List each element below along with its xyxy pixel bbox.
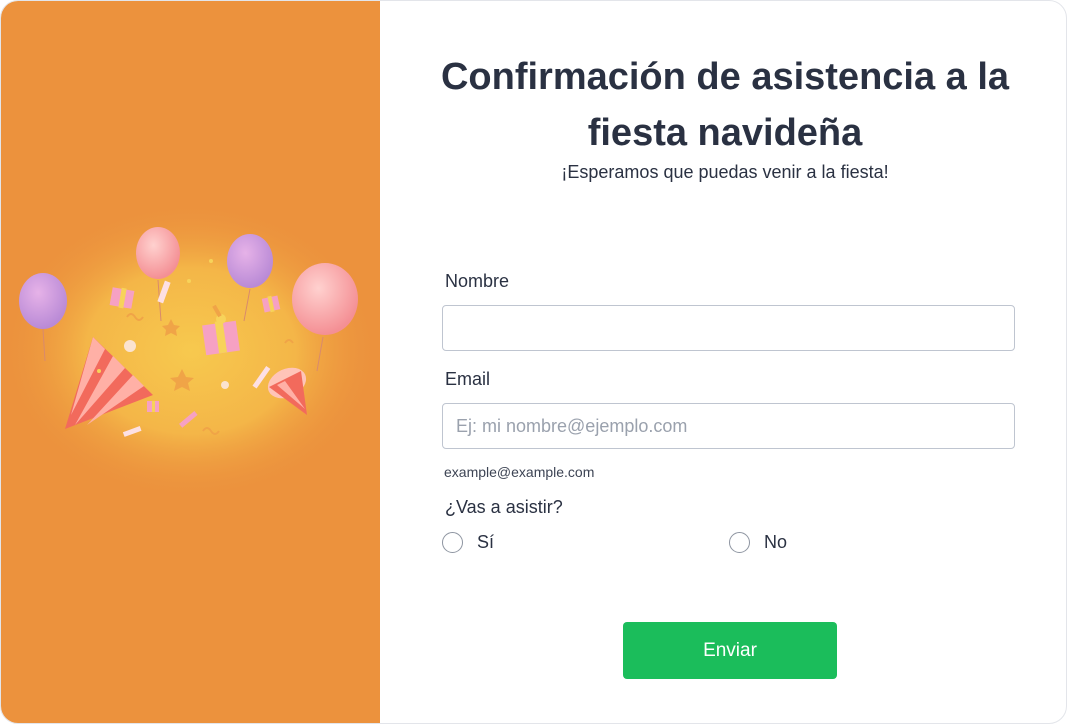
name-input[interactable] — [442, 305, 1015, 351]
page-title: Confirmación de asistencia a la fiesta n… — [440, 56, 1010, 154]
party-illustration-panel — [1, 1, 380, 723]
gift-icon — [147, 401, 159, 412]
name-label: Nombre — [445, 271, 510, 291]
gift-icon — [109, 287, 135, 309]
email-sublabel: example@example.com — [444, 464, 595, 480]
radio-button-no[interactable] — [729, 532, 750, 553]
submit-button[interactable]: Enviar — [623, 622, 837, 679]
email-label: Email — [445, 369, 491, 389]
party-illustration — [1, 201, 380, 501]
radio-button-yes[interactable] — [442, 532, 463, 553]
radio-label-no: No — [764, 532, 788, 552]
radio-option-yes[interactable]: Sí — [442, 532, 494, 553]
radio-option-no[interactable]: No — [729, 532, 787, 553]
form-card: Confirmación de asistencia a la fiesta n… — [0, 0, 1067, 724]
radio-label-yes: Sí — [477, 532, 495, 552]
rsvp-form: Confirmación de asistencia a la fiesta n… — [381, 1, 1066, 723]
page-subtitle: ¡Esperamos que puedas venir a la fiesta! — [561, 162, 889, 182]
email-input[interactable] — [442, 403, 1015, 449]
attend-label: ¿Vas a asistir? — [445, 497, 563, 517]
